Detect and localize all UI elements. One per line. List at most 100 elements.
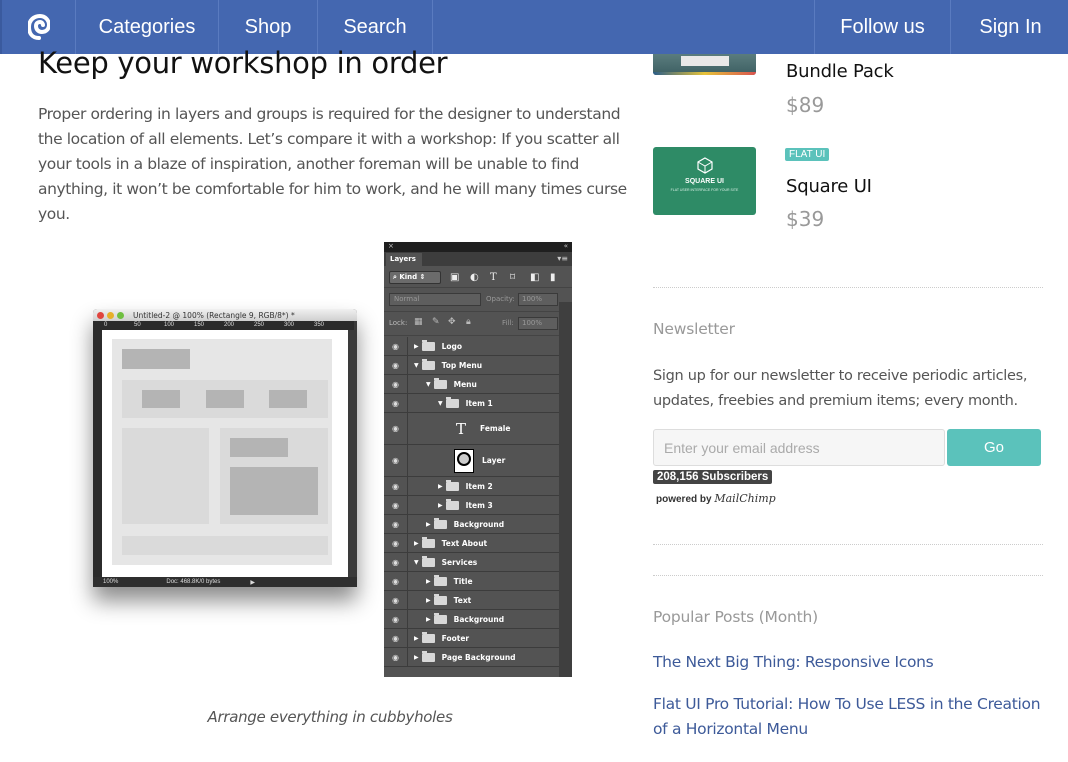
- visibility-eye-icon[interactable]: ◉: [384, 610, 408, 628]
- opacity-field[interactable]: 100%: [518, 293, 558, 306]
- layer-row[interactable]: ◉ ▶ Background: [384, 610, 559, 629]
- collapsed-arrow-icon[interactable]: ▶: [438, 483, 443, 490]
- visibility-eye-icon[interactable]: ◉: [384, 477, 408, 495]
- layer-name: Footer: [441, 633, 470, 643]
- ruler-tick: 150: [194, 322, 205, 328]
- collapse-icon[interactable]: «: [564, 242, 568, 250]
- layer-name: Item 2: [465, 481, 493, 491]
- layer-row[interactable]: ◉ ▼ Item 1: [384, 394, 559, 413]
- collapsed-arrow-icon[interactable]: ▶: [438, 502, 443, 509]
- layer-row[interactable]: ◉ ▶ Background: [384, 515, 559, 534]
- visibility-eye-icon[interactable]: ◉: [384, 413, 408, 444]
- nav-sign-in[interactable]: Sign In: [950, 0, 1068, 54]
- visibility-eye-icon[interactable]: ◉: [384, 394, 408, 412]
- collapsed-arrow-icon[interactable]: ▶: [426, 578, 431, 585]
- folder-icon: [433, 517, 447, 529]
- product-name[interactable]: Bundle Pack: [786, 61, 894, 82]
- layer-row[interactable]: ◉ ▶ Logo: [384, 337, 559, 356]
- layer-row[interactable]: ◉ ▶ Item 2: [384, 477, 559, 496]
- visibility-eye-icon[interactable]: ◉: [384, 591, 408, 609]
- visibility-eye-icon[interactable]: ◉: [384, 445, 408, 476]
- email-input[interactable]: [653, 429, 945, 466]
- lock-transparent-icon[interactable]: ▦: [414, 317, 423, 327]
- layer-row[interactable]: ◉ ▶ Text About: [384, 534, 559, 553]
- visibility-eye-icon[interactable]: ◉: [384, 337, 408, 355]
- blend-row: Normal Opacity: 100%: [384, 288, 572, 312]
- lock-brush-icon[interactable]: ✎: [432, 317, 440, 327]
- nav-follow-us[interactable]: Follow us: [814, 0, 950, 54]
- folder-icon: [433, 612, 447, 624]
- layers-panel: × « Layers ▾≡ ⌕ Kind ⇕ ▣ ◐ T ⌑ ◧ ▮ Norma…: [384, 242, 572, 677]
- popular-post-link[interactable]: Flat UI Pro Tutorial: How To Use LESS in…: [653, 692, 1053, 742]
- subscribe-go-button[interactable]: Go: [947, 429, 1041, 466]
- type-filter-icon[interactable]: T: [490, 272, 497, 283]
- visibility-eye-icon[interactable]: ◉: [384, 496, 408, 514]
- wireframe-menu-item: [142, 390, 180, 408]
- close-icon[interactable]: ×: [388, 242, 394, 250]
- collapsed-arrow-icon[interactable]: ▶: [426, 521, 431, 528]
- blend-mode-value: Normal: [394, 295, 420, 303]
- collapsed-arrow-icon[interactable]: ▶: [414, 654, 419, 661]
- layer-row[interactable]: ◉ ▶ Item 3: [384, 496, 559, 515]
- fill-label: Fill:: [502, 319, 514, 327]
- collapsed-arrow-icon[interactable]: ▶: [414, 540, 419, 547]
- lock-all-icon[interactable]: 🔒︎: [466, 317, 471, 327]
- collapsed-arrow-icon[interactable]: ▶: [414, 343, 419, 350]
- layer-row[interactable]: ◉ ▶ Title: [384, 572, 559, 591]
- figure-caption: Arrange everything in cubbyholes: [207, 708, 453, 726]
- document-title: Untitled-2 @ 100% (Rectangle 9, RGB/8*) …: [133, 310, 295, 320]
- expanded-arrow-icon[interactable]: ▼: [438, 400, 443, 407]
- collapsed-arrow-icon[interactable]: ▶: [426, 616, 431, 623]
- filter-kind-select[interactable]: ⌕ Kind ⇕: [389, 271, 441, 284]
- tab-layers[interactable]: Layers: [386, 253, 422, 266]
- layer-row[interactable]: ◉ T Female: [384, 413, 559, 445]
- adjustment-filter-icon[interactable]: ◐: [470, 272, 479, 283]
- product-price: $89: [786, 93, 825, 117]
- layer-content: T Female: [408, 420, 510, 438]
- layer-row[interactable]: ◉ ▶ Footer: [384, 629, 559, 648]
- mailchimp-logo[interactable]: MailChimp: [714, 492, 775, 505]
- layer-row[interactable]: ◉ ▼ Menu: [384, 375, 559, 394]
- square-ui-thumbnail[interactable]: SQUARE UI FLAT USER INTERFACE FOR YOUR S…: [653, 147, 756, 215]
- layer-row[interactable]: ◉ ▶ Page Background: [384, 648, 559, 667]
- thumbnail-screen: [681, 56, 729, 66]
- powered-by-label: powered by: [656, 494, 712, 505]
- folder-icon: [421, 358, 435, 370]
- visibility-eye-icon[interactable]: ◉: [384, 375, 408, 393]
- panel-menu-icon[interactable]: ▾≡: [557, 254, 568, 263]
- pixel-filter-icon[interactable]: ▣: [450, 272, 459, 283]
- wireframe-block-left: [122, 428, 209, 524]
- fill-field[interactable]: 100%: [518, 317, 558, 330]
- bundle-pack-thumbnail[interactable]: [653, 54, 756, 75]
- layer-row[interactable]: ◉ ▼ Top Menu: [384, 356, 559, 375]
- layer-name: Layer: [482, 456, 506, 465]
- visibility-eye-icon[interactable]: ◉: [384, 534, 408, 552]
- visibility-eye-icon[interactable]: ◉: [384, 629, 408, 647]
- expanded-arrow-icon[interactable]: ▼: [414, 362, 419, 369]
- collapsed-arrow-icon[interactable]: ▶: [426, 597, 431, 604]
- visibility-eye-icon[interactable]: ◉: [384, 356, 408, 374]
- popular-post-link[interactable]: The Next Big Thing: Responsive Icons: [653, 650, 1053, 675]
- shape-filter-icon[interactable]: ⌑: [510, 272, 515, 283]
- collapsed-arrow-icon[interactable]: ▶: [414, 635, 419, 642]
- visibility-eye-icon[interactable]: ◉: [384, 648, 408, 666]
- filter-toggle-icon[interactable]: ▮: [550, 272, 556, 283]
- wireframe-footer: [122, 536, 328, 555]
- layer-row[interactable]: ◉ ▼ Services: [384, 553, 559, 572]
- wireframe-menu-item: [206, 390, 244, 408]
- wireframe-heading: [230, 438, 288, 457]
- folder-icon: [421, 631, 435, 643]
- layer-name: Services: [441, 557, 478, 567]
- visibility-eye-icon[interactable]: ◉: [384, 553, 408, 571]
- product-name[interactable]: Square UI: [786, 176, 872, 197]
- expanded-arrow-icon[interactable]: ▼: [414, 559, 419, 566]
- visibility-eye-icon[interactable]: ◉: [384, 572, 408, 590]
- layer-row[interactable]: ◉ Layer: [384, 445, 559, 477]
- expanded-arrow-icon[interactable]: ▼: [426, 381, 431, 388]
- visibility-eye-icon[interactable]: ◉: [384, 515, 408, 533]
- smart-object-filter-icon[interactable]: ◧: [530, 272, 539, 283]
- layer-row[interactable]: ◉ ▶ Text: [384, 591, 559, 610]
- blend-mode-select[interactable]: Normal: [389, 293, 481, 306]
- layers-scrollbar[interactable]: [559, 302, 572, 677]
- lock-move-icon[interactable]: ✥: [448, 317, 456, 327]
